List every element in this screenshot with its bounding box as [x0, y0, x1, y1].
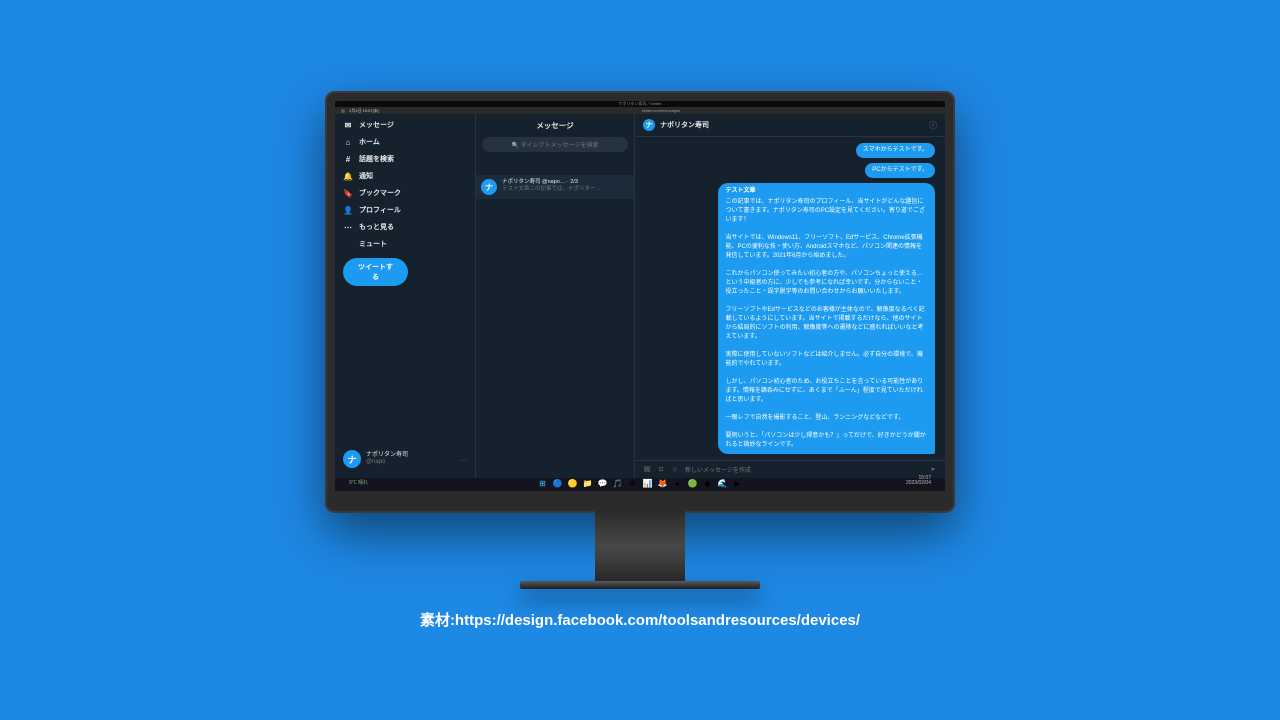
start-icon[interactable]: ⊞ — [538, 479, 548, 489]
conversation-list: メッセージ 🔍 ダイレクトメッセージを検索 ナ ナポリタン寿司 @napo… ·… — [475, 114, 635, 478]
conv-title: メッセージ — [476, 114, 634, 134]
image-icon[interactable]: 🖼 — [643, 466, 651, 473]
conversation-item[interactable]: ナ ナポリタン寿司 @napo… · 2/3テスト文章この記事では、ナポリター… — [476, 175, 634, 199]
vscode-icon[interactable]: ◆ — [703, 479, 713, 489]
msg-outgoing: スマホからテストです。 — [856, 143, 935, 158]
avatar-icon: ナ — [643, 119, 655, 131]
user-card[interactable]: ナ ナポリタン寿司@napo … — [343, 450, 467, 472]
nav-messages[interactable]: ✉メッセージ — [343, 120, 467, 130]
app-icon[interactable]: ● — [673, 479, 683, 489]
msg-outgoing: PCからテストです。 — [865, 163, 935, 178]
sidebar: ✉メッセージ ⌂ホーム #話題を検索 🔔通知 🔖ブックマーク 👤プロフィール ⋯… — [335, 114, 475, 478]
nav-notifications[interactable]: 🔔通知 — [343, 171, 467, 181]
avatar-icon: ナ — [343, 450, 361, 468]
nav-explore[interactable]: #話題を検索 — [343, 154, 467, 164]
nav-bookmarks[interactable]: 🔖ブックマーク — [343, 188, 467, 198]
firefox-icon[interactable]: 🦊 — [658, 479, 668, 489]
emoji-icon[interactable]: ☺ — [671, 467, 679, 473]
settings-icon[interactable]: ⚙ — [628, 479, 638, 489]
dm-search-input[interactable]: 🔍 ダイレクトメッセージを検索 — [482, 137, 628, 152]
app-icon[interactable]: ▶ — [733, 479, 743, 489]
app-icon[interactable]: 🟢 — [688, 479, 698, 489]
tweet-button[interactable]: ツイートする — [343, 258, 408, 286]
gif-icon[interactable]: ⊡ — [657, 466, 665, 473]
edge-icon[interactable]: 🔵 — [553, 479, 563, 489]
nav-mute[interactable]: ミュート — [343, 239, 467, 249]
credit-text: 素材:https://design.facebook.com/toolsandr… — [420, 609, 860, 630]
app-icon[interactable]: 🌊 — [718, 479, 728, 489]
stats-icon[interactable]: 📊 — [643, 479, 653, 489]
taskbar[interactable]: ⊞ 🔵 🟡 📁 💬 🎵 ⚙ 📊 🦊 ● 🟢 ◆ 🌊 ▶ — [335, 478, 945, 490]
nav-home[interactable]: ⌂ホーム — [343, 137, 467, 147]
nav-more[interactable]: ⋯もっと見る — [343, 222, 467, 232]
weather-widget[interactable]: 9℃ 晴れ — [349, 479, 368, 486]
window-title: ナポリタン寿司 / Twitter — [335, 101, 945, 108]
send-icon[interactable]: ➤ — [929, 466, 937, 473]
music-icon[interactable]: 🎵 — [613, 479, 623, 489]
chrome-icon[interactable]: 🟡 — [568, 479, 578, 489]
avatar-icon: ナ — [481, 179, 497, 195]
chat-header[interactable]: ナ ナポリタン寿司 ⓘ — [635, 114, 945, 137]
chat-panel: ナ ナポリタン寿司 ⓘ スマホからテストです。 PCからテストです。 テスト文章… — [635, 114, 945, 478]
nav-profile[interactable]: 👤プロフィール — [343, 205, 467, 215]
explorer-icon[interactable]: 📁 — [583, 479, 593, 489]
chat-icon[interactable]: 💬 — [598, 479, 608, 489]
url-bar[interactable]: 2月4日 15:07(未) twitter.com/messages — [335, 107, 945, 114]
message-composer[interactable]: 🖼 ⊡ ☺ 新しいメッセージを作成 ➤ — [635, 460, 945, 478]
system-clock[interactable]: 15:072023/02/04 — [906, 476, 931, 487]
info-icon[interactable]: ⓘ — [929, 120, 937, 131]
msg-outgoing-long: テスト文章この記事では、ナポリタン寿司のプロフィール、当サイトがどんな趣旨につい… — [718, 183, 936, 454]
